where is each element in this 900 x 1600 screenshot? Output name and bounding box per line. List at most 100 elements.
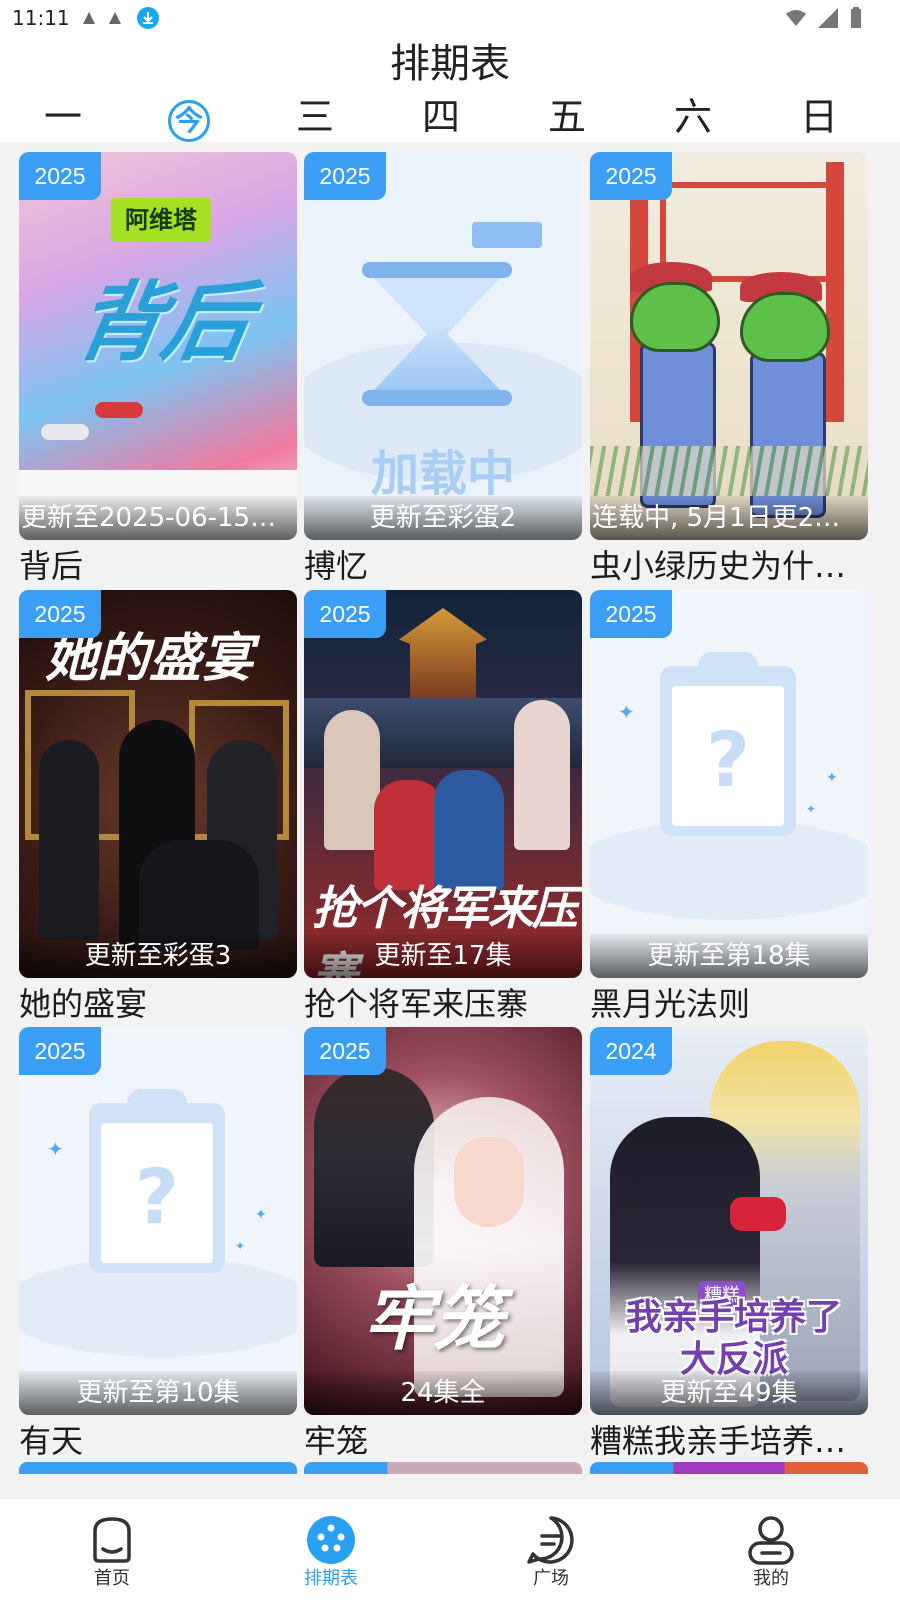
clipboard-clip (127, 1089, 187, 1115)
update-status: 更新至第18集 (590, 934, 868, 978)
show-title: 她的盛宴 (19, 985, 148, 1023)
nav-home[interactable]: 首页 (52, 1513, 172, 1593)
hourglass-top (362, 262, 512, 278)
show-poster: 2025 ? ✦ ✦ ✦ 更新至第18集 (590, 590, 868, 978)
character-figure (324, 710, 380, 850)
show-card[interactable]: 2025 ? ✦ ✦ ✦ 更新至第18集 黑月光法则 (590, 590, 868, 1024)
poster-title-art: 背后 (68, 273, 259, 373)
nav-label: 广场 (533, 1568, 569, 1589)
show-card[interactable]: 2025 ? ✦ ✦ ✦ 更新至第10集 有天 (19, 1027, 297, 1461)
show-poster: 2024 糟糕 我亲手培养了大反派 更新至49集 (590, 1027, 868, 1415)
tab-day-sunday[interactable]: 日 (789, 94, 849, 140)
hourglass-bottom (362, 390, 512, 406)
show-card[interactable]: 2025 她的盛宴 更新至彩蛋3 她的盛宴 (19, 590, 297, 1024)
nav-label: 首页 (94, 1568, 130, 1589)
year-badge: 2025 (19, 590, 101, 638)
update-status: 更新至彩蛋2 (304, 496, 582, 540)
update-status: 更新至17集 (304, 934, 582, 978)
year-badge: 2025 (304, 590, 386, 638)
character-bird (630, 282, 720, 352)
show-title: 背后 (19, 547, 84, 585)
sparkle-icon: ✦ (618, 700, 635, 724)
show-card[interactable]: 2025 牢笼 24集全 牢笼 (304, 1027, 582, 1461)
profile-icon (748, 1516, 794, 1565)
show-poster: 2025 连载中, 5月1日更2… (590, 152, 868, 540)
bubble-graphic (472, 222, 542, 248)
schedule-grid: 2025 阿维塔 背后 更新至2025-06-15… 背后 2025 加载中 更… (0, 142, 900, 1498)
update-status: 更新至49集 (590, 1371, 868, 1415)
update-status: 更新至2025-06-15… (19, 496, 297, 540)
nav-label: 排期表 (304, 1568, 358, 1589)
show-title: 搏忆 (304, 547, 369, 585)
show-card[interactable]: 2025 加载中 更新至彩蛋2 搏忆 (304, 152, 582, 586)
signal-icon (818, 8, 838, 28)
home-icon (93, 1517, 131, 1563)
nav-square[interactable]: 广场 (491, 1513, 611, 1593)
tab-day-today[interactable]: 今 (159, 94, 219, 142)
show-card[interactable]: 2025 抢个将军来压寨 更新至17集 抢个将军来压寨 (304, 590, 582, 1024)
poster-title-art: 我亲手培养了大反派 (625, 1297, 842, 1380)
show-card[interactable]: 2025 阿维塔 背后 更新至2025-06-15… 背后 (19, 152, 297, 586)
question-mark-icon: ? (134, 1152, 180, 1241)
ribbon-graphic (730, 1197, 786, 1231)
brand-logo: 阿维塔 (111, 198, 211, 242)
update-status: 更新至第10集 (19, 1371, 297, 1415)
clipboard-clip (698, 652, 758, 678)
character-figure (514, 700, 570, 850)
show-card[interactable]: 2025 连载中, 5月1日更2… 虫小绿历史为什… (590, 152, 868, 586)
show-card[interactable]: 2024 糟糕 我亲手培养了大反派 更新至49集 糟糕我亲手培养… (590, 1027, 868, 1461)
show-poster: 2025 她的盛宴 更新至彩蛋3 (19, 590, 297, 978)
tab-day-thursday[interactable]: 四 (411, 94, 471, 140)
page-title: 排期表 (390, 41, 510, 87)
next-card-peek (19, 1462, 297, 1474)
nav-profile[interactable]: 我的 (711, 1513, 831, 1593)
question-mark-icon: ? (705, 715, 751, 804)
download-icon (137, 7, 159, 29)
update-status: 24集全 (304, 1371, 582, 1415)
show-title: 虫小绿历史为什… (590, 547, 847, 585)
schedule-header: 排期表 一 今 三 四 五 六 日 (0, 36, 900, 142)
bottom-nav: 首页 排期表 广场 我的 (0, 1498, 900, 1600)
tab-day-saturday[interactable]: 六 (663, 94, 723, 140)
sparkle-icon: ✦ (806, 802, 817, 816)
year-badge: 2025 (19, 152, 101, 200)
sparkle-icon: ✦ (235, 1239, 246, 1253)
nav-schedule[interactable]: 排期表 (271, 1513, 391, 1593)
weekday-tabs: 一 今 三 四 五 六 日 (0, 94, 900, 142)
show-poster: 2025 阿维塔 背后 更新至2025-06-15… (19, 152, 297, 540)
hourglass-icon (374, 278, 500, 390)
pavilion-graphic (399, 608, 487, 698)
today-label: 今 (168, 100, 210, 142)
year-badge: 2025 (590, 152, 672, 200)
loading-label: 加载中 (370, 446, 515, 502)
year-badge: 2025 (304, 152, 386, 200)
tab-day-friday[interactable]: 五 (537, 94, 597, 140)
status-time: 11:11 (12, 6, 70, 30)
next-card-peek (590, 1462, 868, 1474)
character-figure (39, 740, 99, 940)
notification-icon (83, 12, 95, 24)
sparkle-icon: ✦ (47, 1137, 64, 1161)
schedule-icon (307, 1516, 355, 1564)
show-poster: 2025 加载中 更新至彩蛋2 (304, 152, 582, 540)
notification-icon (109, 12, 121, 24)
wifi-icon (786, 10, 806, 26)
show-poster: 2025 牢笼 24集全 (304, 1027, 582, 1415)
show-poster: 2025 ? ✦ ✦ ✦ 更新至第10集 (19, 1027, 297, 1415)
show-poster: 2025 抢个将军来压寨 更新至17集 (304, 590, 582, 978)
next-card-peek (304, 1462, 582, 1474)
poster-title-art: 牢笼 (364, 1278, 504, 1360)
battery-icon (851, 7, 861, 28)
car-graphic (41, 424, 89, 440)
tab-day-wednesday[interactable]: 三 (285, 94, 345, 140)
nav-label: 我的 (753, 1568, 789, 1589)
show-title: 牢笼 (304, 1422, 369, 1460)
year-badge: 2024 (590, 1027, 672, 1075)
grass-graphic (590, 446, 868, 496)
year-badge: 2025 (304, 1027, 386, 1075)
show-title: 黑月光法则 (590, 985, 751, 1023)
show-title: 糟糕我亲手培养… (590, 1422, 847, 1460)
tab-day-monday[interactable]: 一 (33, 94, 93, 140)
sparkle-icon: ✦ (826, 770, 838, 786)
car-graphic (95, 402, 143, 418)
